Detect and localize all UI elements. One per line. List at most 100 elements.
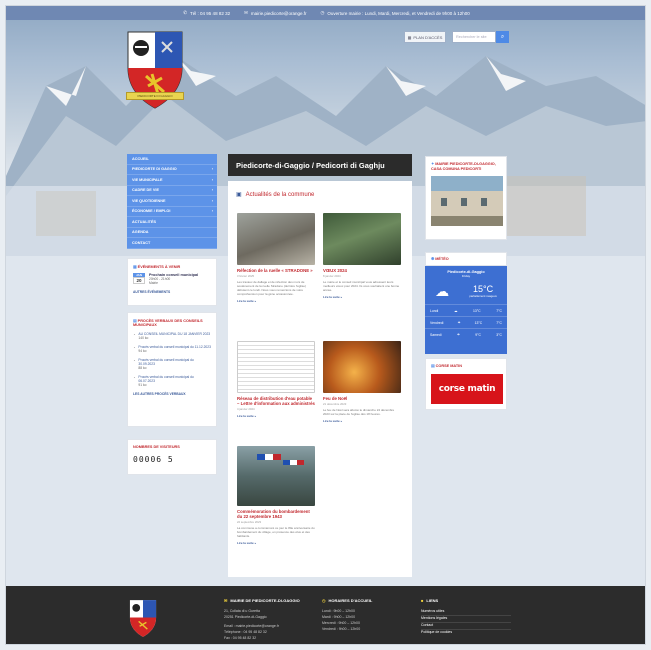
- envelope-icon: ✉: [224, 598, 228, 603]
- minutes-item[interactable]: ◔ AU CONSEIL MUNICIPAL DU 18 JANVIER 2023…: [133, 332, 211, 340]
- corse-matin-title: ▤ CORSE MATIN: [431, 364, 462, 368]
- page-title: Piedicorte-di-Gaggio / Pedicorti di Gagh…: [228, 154, 412, 176]
- nav-item-accueil[interactable]: ACCUEIL: [127, 154, 217, 165]
- rain-cloud-icon: ☂: [456, 332, 460, 337]
- flags-illustration: [257, 454, 304, 465]
- clock-icon: ◷: [320, 10, 325, 15]
- square-icon: ■: [421, 598, 424, 603]
- forecast-row: Samedi ☂ 9°C 3°C: [425, 328, 507, 340]
- search-input[interactable]: Rechercher le site: [452, 31, 496, 43]
- crest-motto-banner: PIEDICORTE DI GAGGIO: [126, 92, 184, 100]
- news-image-commemoration[interactable]: [237, 446, 315, 506]
- phone-icon: ✆: [183, 10, 188, 15]
- map-icon: ▦: [407, 34, 412, 40]
- footer-links: ■ LIENS Numéros utiles Mentions légales C…: [421, 598, 511, 636]
- email-info[interactable]: ✉ mairie.piedicorte@orange.fr: [244, 10, 306, 16]
- all-events-link[interactable]: AUTRES ÉVÉNEMENTS: [133, 290, 211, 294]
- corse-matin-card: ▤ CORSE MATIN corse matin: [425, 358, 507, 410]
- pdf-icon: ◔: [133, 358, 136, 363]
- event-place: Mairie: [149, 281, 158, 285]
- search-icon: ⌕: [500, 33, 505, 40]
- weather-title: ✺ MÉTÉO: [431, 257, 449, 261]
- news-item[interactable]: VŒUX 2024 8 janvier 2024 Le maire et le …: [323, 213, 401, 299]
- news-item[interactable]: Feu de Noël 21 décembre 2023 Le feu de N…: [323, 341, 401, 423]
- news-image-document[interactable]: [237, 341, 315, 393]
- weather-widget: Piedicorte-di-Gaggio Friday ☁ 15°C parti…: [425, 266, 507, 354]
- minutes-card: ▤ PROCÈS VERBAUX DES CONSEILS MUNICIPAUX…: [127, 312, 217, 427]
- news-image-fire[interactable]: [323, 341, 401, 393]
- weather-temp: 15°C: [473, 284, 494, 294]
- nav-item-piedicorte[interactable]: PIEDICORTE DI GAGGIO ›: [127, 165, 217, 175]
- pdf-icon: ◔: [133, 332, 136, 337]
- footer-mairie: ✉ MAIRIE DE PIEDICORTE-DI-GAGGIO 21, Coll…: [224, 598, 319, 642]
- news-item[interactable]: Réseau de distribution d'eau potable – L…: [237, 341, 315, 418]
- news-heading: ▣ Actualités de la commune: [236, 191, 315, 199]
- main-navigation: ACCUEIL PIEDICORTE DI GAGGIO › VIE MUNICI…: [127, 154, 217, 249]
- read-more-link[interactable]: Lire la suite »: [237, 299, 315, 303]
- events-card: ▦ ÉVÉNEMENTS À VENIR JAN 20 Prochain con…: [127, 258, 217, 306]
- visitors-title: NOMBRES DE VISITEURS: [133, 445, 180, 449]
- read-more-link[interactable]: Lire la suite »: [323, 295, 401, 299]
- footer-hours: ◷ HORAIRES D'ACCUEIL Lundi : 9h00 – 12h00…: [322, 598, 373, 631]
- mairie-photo[interactable]: [431, 175, 503, 226]
- forecast-row: Vendredi ☂ 13°C 7°C: [425, 316, 507, 328]
- minutes-item[interactable]: ◔ Procès verbal du conseil municipal du 0…: [133, 375, 211, 387]
- site-footer: ✉ MAIRIE DE PIEDICORTE-DI-GAGGIO 21, Coll…: [6, 586, 645, 644]
- pdf-icon: ◔: [133, 375, 136, 380]
- chevron-right-icon: ›: [211, 209, 213, 214]
- nav-item-contact[interactable]: CONTACT: [127, 238, 217, 249]
- footer-link-contact[interactable]: Contact: [421, 623, 511, 630]
- newspaper-icon: ▣: [236, 192, 242, 198]
- read-more-link[interactable]: Lire la suite »: [237, 414, 315, 418]
- corse-matin-logo[interactable]: corse matin: [431, 373, 503, 404]
- news-image-voeux[interactable]: [323, 213, 401, 265]
- access-map-button[interactable]: ▦ PLAN D'ACCÈS: [404, 31, 446, 43]
- mairie-card: ✦ MAIRIE PIEDICORTE-DI-GAGGIO, CASA COMU…: [425, 156, 507, 240]
- cloud-icon: ☁: [435, 282, 450, 299]
- weather-card-header: ✺ MÉTÉO: [425, 252, 507, 266]
- read-more-link[interactable]: Lire la suite »: [237, 541, 315, 545]
- news-item[interactable]: Réfection de la ruelle « STRADONE » 3 fé…: [237, 213, 315, 303]
- nav-item-actualites[interactable]: ACTUALITÉS: [127, 217, 217, 228]
- nav-item-agenda[interactable]: AGENDA: [127, 228, 217, 238]
- mail-icon: ✉: [244, 10, 248, 15]
- nav-item-cadre-de-vie[interactable]: CADRE DE VIE ›: [127, 186, 217, 196]
- visitors-card: NOMBRES DE VISITEURS 00006 5: [127, 439, 217, 475]
- cloud-icon: ☁: [453, 308, 458, 313]
- event-item[interactable]: JAN 20 Prochain conseil municipal 20h00 …: [133, 273, 211, 285]
- visitor-counter: 00006 5: [133, 455, 174, 464]
- nav-item-economie[interactable]: ÉCONOMIE / EMPLOI ›: [127, 207, 217, 217]
- chevron-right-icon: ›: [211, 188, 213, 193]
- news-image-ruelle[interactable]: [237, 213, 315, 265]
- forecast-row: Lundi ☁ 13°C 7°C: [425, 304, 507, 316]
- events-title: ▦ ÉVÉNEMENTS À VENIR: [133, 265, 181, 269]
- minutes-item[interactable]: ◔ Procès verbal du conseil municipal du 1…: [133, 345, 211, 353]
- nav-item-vie-municipale[interactable]: VIE MUNICIPALE ›: [127, 175, 217, 186]
- minutes-title: ▤ PROCÈS VERBAUX DES CONSEILS MUNICIPAUX: [133, 319, 203, 327]
- mairie-title: ✦ MAIRIE PIEDICORTE-DI-GAGGIO, CASA COMU…: [431, 162, 496, 171]
- footer-link-numeros[interactable]: Numéros utiles: [421, 609, 511, 616]
- rain-cloud-icon: ☂: [457, 320, 461, 325]
- top-info-bar: ✆ Tél : 04 95 48 82 32 ✉ mairie.piedicorte…: [6, 6, 645, 20]
- all-minutes-link[interactable]: LES AUTRES PROCÈS VERBAUX: [133, 392, 211, 396]
- browser-page: ✆ Tél : 04 95 48 82 32 ✉ mairie.piedicorte…: [5, 5, 646, 645]
- event-date-badge: JAN 20: [133, 273, 145, 285]
- minutes-item[interactable]: ◔ Procès verbal du conseil municipal du 3…: [133, 358, 211, 370]
- minutes-list: ◔ AU CONSEIL MUNICIPAL DU 18 JANVIER 2023…: [133, 332, 211, 387]
- nav-item-vie-quotidienne[interactable]: VIE QUOTIDIENNE ›: [127, 196, 217, 207]
- phone-info: ✆ Tél : 04 95 48 82 32: [183, 10, 231, 16]
- search-button[interactable]: ⌕: [496, 31, 509, 43]
- news-section: ▣ Actualités de la commune Réfection de l…: [228, 181, 412, 577]
- footer-crest-logo: [129, 600, 157, 637]
- weather-desc: partiellement nuageux: [469, 294, 497, 298]
- footer-link-mentions[interactable]: Mentions légales: [421, 616, 511, 623]
- pdf-icon: ◔: [133, 345, 136, 350]
- chevron-right-icon: ›: [211, 167, 213, 172]
- hours-info: ◷ Ouverture mairie : Lundi, Mardi, Mercre…: [320, 10, 470, 16]
- news-item[interactable]: Commémoration du bombardement du 22 sept…: [237, 446, 315, 545]
- chevron-right-icon: ›: [211, 198, 213, 203]
- chevron-right-icon: ›: [211, 177, 213, 182]
- footer-link-cookies[interactable]: Politique de cookies: [421, 630, 511, 636]
- read-more-link[interactable]: Lire la suite »: [323, 419, 401, 423]
- clock-icon: ◷: [322, 598, 326, 603]
